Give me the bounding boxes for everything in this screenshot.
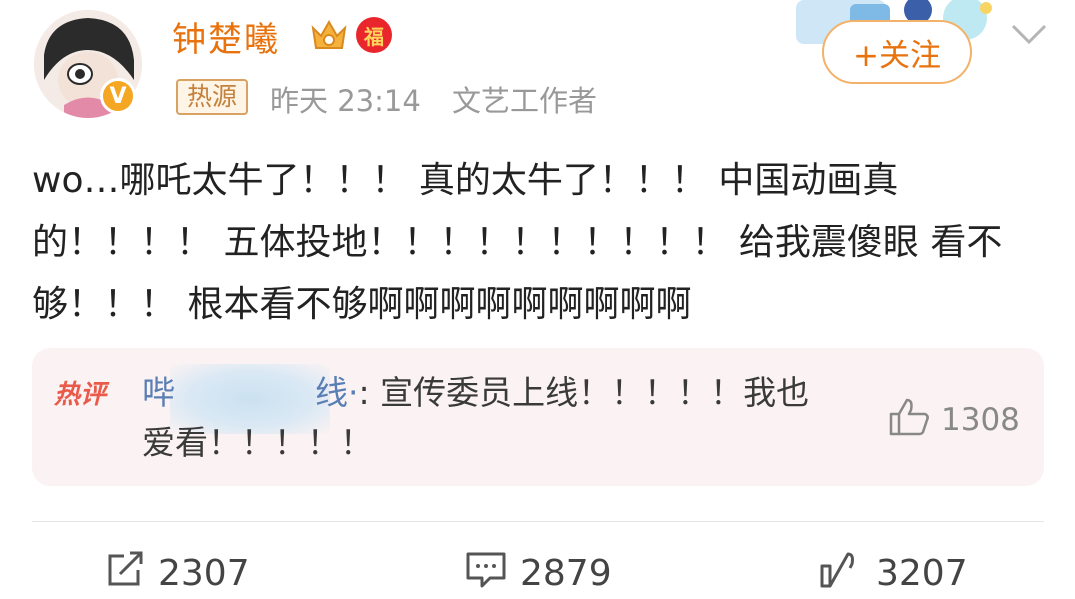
thumb-up-icon bbox=[887, 396, 931, 444]
repost-button[interactable]: 2307 bbox=[104, 548, 250, 599]
comment-count: 2879 bbox=[520, 553, 612, 594]
like-button[interactable]: 3207 bbox=[818, 548, 968, 599]
hot-comment-body: : 宣传委员上线！！！！！我也爱看！！！！！ bbox=[142, 373, 810, 462]
like-count: 3207 bbox=[876, 553, 968, 594]
username[interactable]: 钟楚曦 bbox=[172, 12, 280, 61]
hot-comment-card[interactable]: 热评 哔 线·: 宣传委员上线！！！！！我也爱看！！！！！ 1308 bbox=[32, 348, 1044, 486]
hot-comment-label: 热评 bbox=[54, 380, 107, 410]
comment-icon bbox=[464, 548, 508, 599]
verified-badge: V bbox=[100, 78, 136, 114]
divider bbox=[32, 521, 1044, 522]
repost-icon bbox=[104, 548, 146, 599]
crown-icon bbox=[309, 16, 349, 58]
comment-button[interactable]: 2879 bbox=[464, 548, 612, 599]
hot-comment-text: 哔 线·: 宣传委员上线！！！！！我也爱看！！！！！ bbox=[142, 368, 822, 468]
follow-button[interactable]: +关注 bbox=[822, 20, 972, 84]
repost-count: 2307 bbox=[158, 553, 250, 594]
post-meta: 昨天 23:14 文艺工作者 bbox=[270, 78, 597, 120]
like-icon bbox=[818, 548, 864, 599]
post-text: wo…哪吒太牛了！！！ 真的太牛了！！！ 中国动画真的！！！！ 五体投地！！！！… bbox=[32, 160, 1003, 325]
hot-comment-like-count: 1308 bbox=[941, 402, 1020, 438]
chevron-down-icon[interactable] bbox=[1009, 22, 1049, 52]
hot-comment-user-start[interactable]: 哔 bbox=[142, 373, 175, 412]
hot-comment-like-button[interactable]: 1308 bbox=[887, 396, 1020, 444]
hot-source-tag: 热源 bbox=[176, 79, 249, 115]
fu-badge: 福 bbox=[356, 17, 392, 53]
hot-comment-user-end[interactable]: 线· bbox=[315, 373, 359, 412]
user-identity: 文艺工作者 bbox=[452, 84, 598, 118]
post-time: 昨天 23:14 bbox=[270, 84, 421, 118]
